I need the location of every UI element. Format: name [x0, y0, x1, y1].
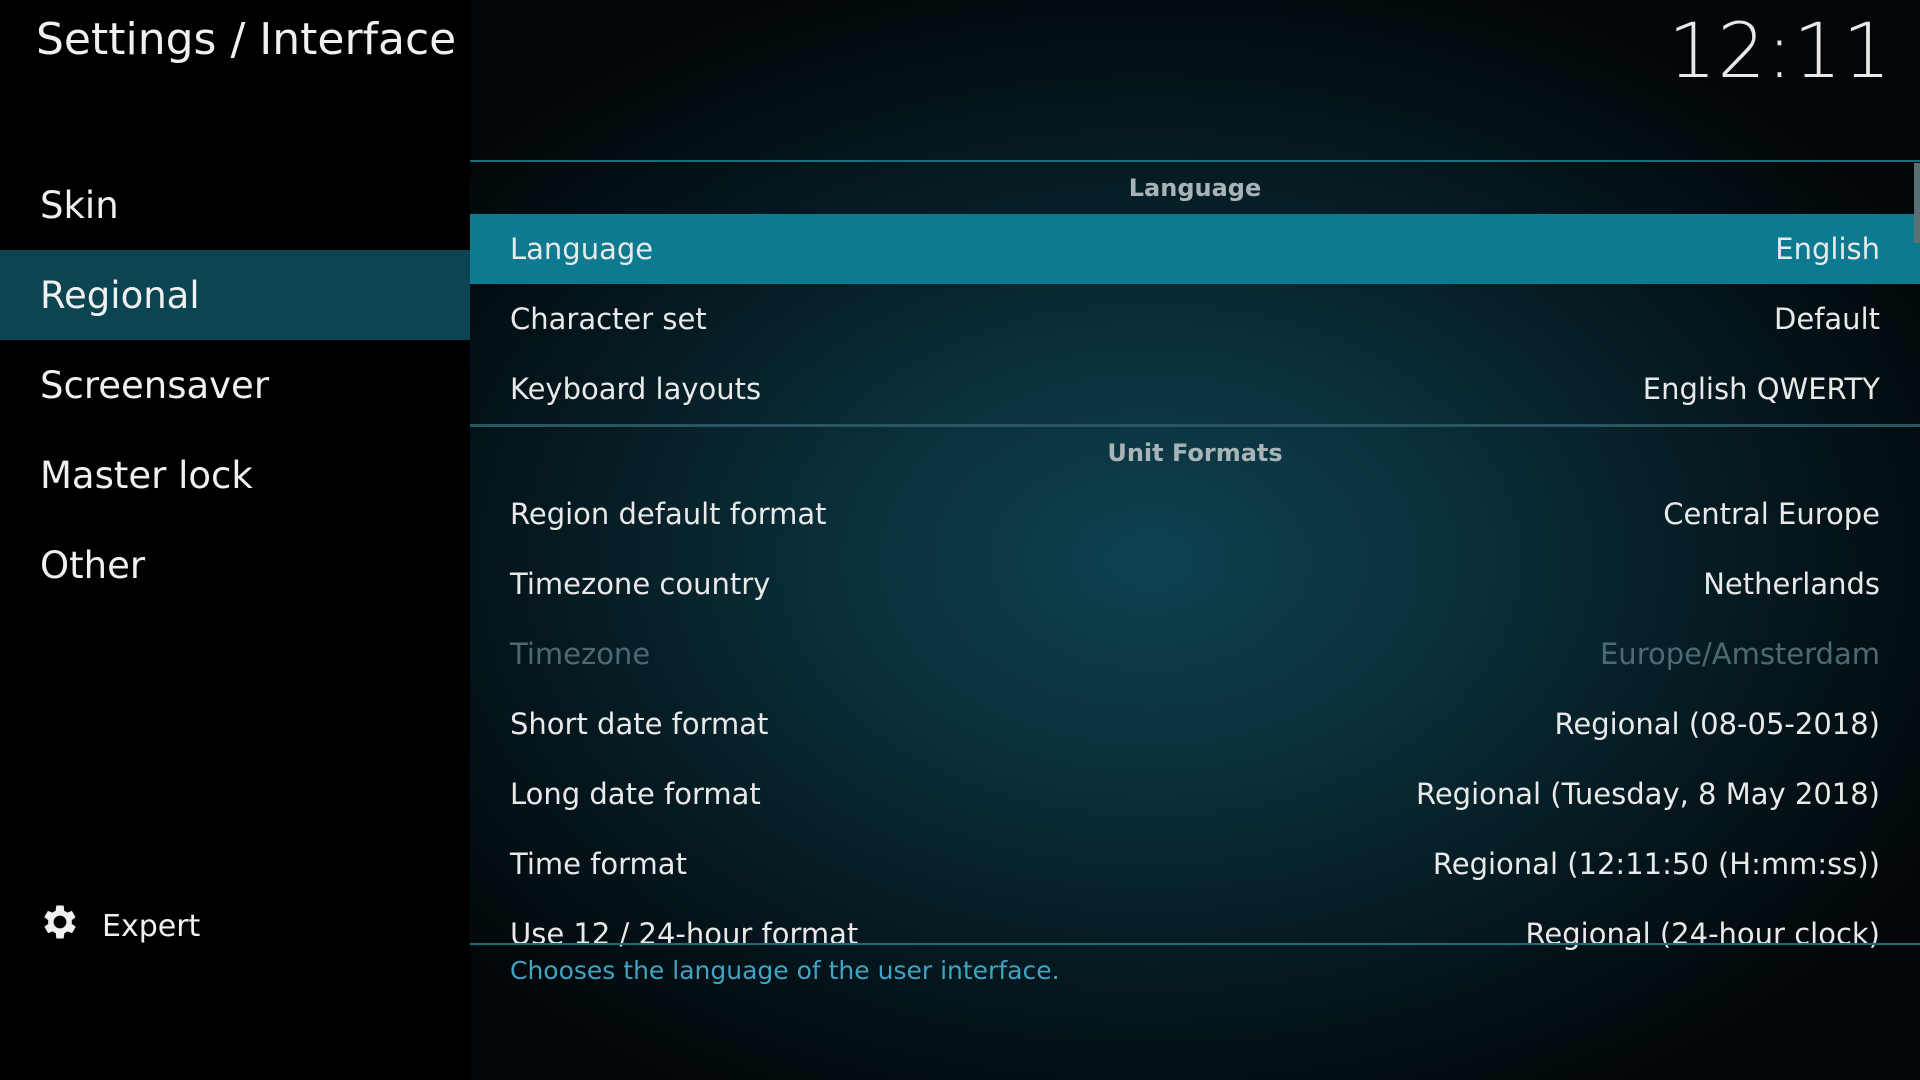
sidebar-item-label: Other: [40, 543, 146, 587]
setting-value: Default: [1774, 302, 1880, 336]
setting-value: Regional (Tuesday, 8 May 2018): [1415, 777, 1880, 811]
setting-value: English: [1775, 232, 1880, 266]
sidebar-item-master-lock[interactable]: Master lock: [0, 430, 470, 520]
setting-row-12-24-hour-format[interactable]: Use 12 / 24-hour format Regional (24-hou…: [470, 899, 1920, 959]
setting-label: Use 12 / 24-hour format: [510, 917, 859, 951]
setting-row-language[interactable]: Language English: [470, 214, 1920, 284]
list-bottom-border: [470, 943, 1920, 945]
sidebar-item-other[interactable]: Other: [0, 520, 470, 610]
setting-row-short-date-format[interactable]: Short date format Regional (08-05-2018): [470, 689, 1920, 759]
setting-value: Regional (12:11:50 (H:mm:ss)): [1432, 847, 1880, 881]
sidebar: Settings / Interface Skin Regional Scree…: [0, 0, 470, 1080]
setting-row-character-set[interactable]: Character set Default: [470, 284, 1920, 354]
setting-label: Short date format: [510, 707, 769, 741]
setting-value: Regional (08-05-2018): [1554, 707, 1881, 741]
settings-screen: Settings / Interface Skin Regional Scree…: [0, 0, 1920, 1080]
setting-row-timezone: Timezone Europe/Amsterdam: [470, 619, 1920, 689]
setting-label: Timezone country: [510, 567, 771, 601]
sidebar-item-regional[interactable]: Regional: [0, 250, 470, 340]
page-title: Settings / Interface: [36, 14, 457, 65]
setting-row-time-format[interactable]: Time format Regional (12:11:50 (H:mm:ss)…: [470, 829, 1920, 899]
sidebar-item-screensaver[interactable]: Screensaver: [0, 340, 470, 430]
setting-label: Character set: [510, 302, 707, 336]
setting-label: Region default format: [510, 497, 827, 531]
sidebar-item-label: Skin: [40, 183, 119, 227]
setting-value: Europe/Amsterdam: [1599, 637, 1880, 671]
gear-icon: [38, 900, 82, 952]
settings-list: Language Language English Character set …: [470, 160, 1920, 951]
setting-value: Regional (24-hour clock): [1525, 917, 1880, 951]
sidebar-item-label: Regional: [40, 273, 200, 317]
expert-label: Expert: [102, 908, 201, 944]
sidebar-item-label: Screensaver: [40, 363, 270, 407]
setting-description: Chooses the language of the user interfa…: [510, 956, 1060, 985]
setting-value: Central Europe: [1663, 497, 1880, 531]
clipped-row-container: Use 12 / 24-hour format Regional (24-hou…: [470, 899, 1920, 959]
setting-row-keyboard-layouts[interactable]: Keyboard layouts English QWERTY: [470, 354, 1920, 424]
setting-row-region-default-format[interactable]: Region default format Central Europe: [470, 479, 1920, 549]
expert-level-button[interactable]: Expert: [38, 900, 200, 952]
setting-row-timezone-country[interactable]: Timezone country Netherlands: [470, 549, 1920, 619]
setting-value: Netherlands: [1703, 567, 1880, 601]
setting-row-long-date-format[interactable]: Long date format Regional (Tuesday, 8 Ma…: [470, 759, 1920, 829]
section-header-unit-formats: Unit Formats: [1107, 439, 1283, 467]
sidebar-item-skin[interactable]: Skin: [0, 160, 470, 250]
setting-label: Keyboard layouts: [510, 372, 762, 406]
setting-value: English QWERTY: [1642, 372, 1880, 406]
setting-label: Timezone: [510, 637, 651, 671]
section-header-language: Language: [1128, 174, 1262, 202]
setting-label: Time format: [510, 847, 687, 881]
sidebar-item-label: Master lock: [40, 453, 253, 497]
list-scrollbar[interactable]: [1914, 163, 1920, 243]
setting-label: Language: [510, 232, 654, 266]
clock: 12:11: [1667, 6, 1892, 95]
setting-label: Long date format: [510, 777, 761, 811]
sidebar-nav: Skin Regional Screensaver Master lock Ot…: [0, 160, 470, 610]
